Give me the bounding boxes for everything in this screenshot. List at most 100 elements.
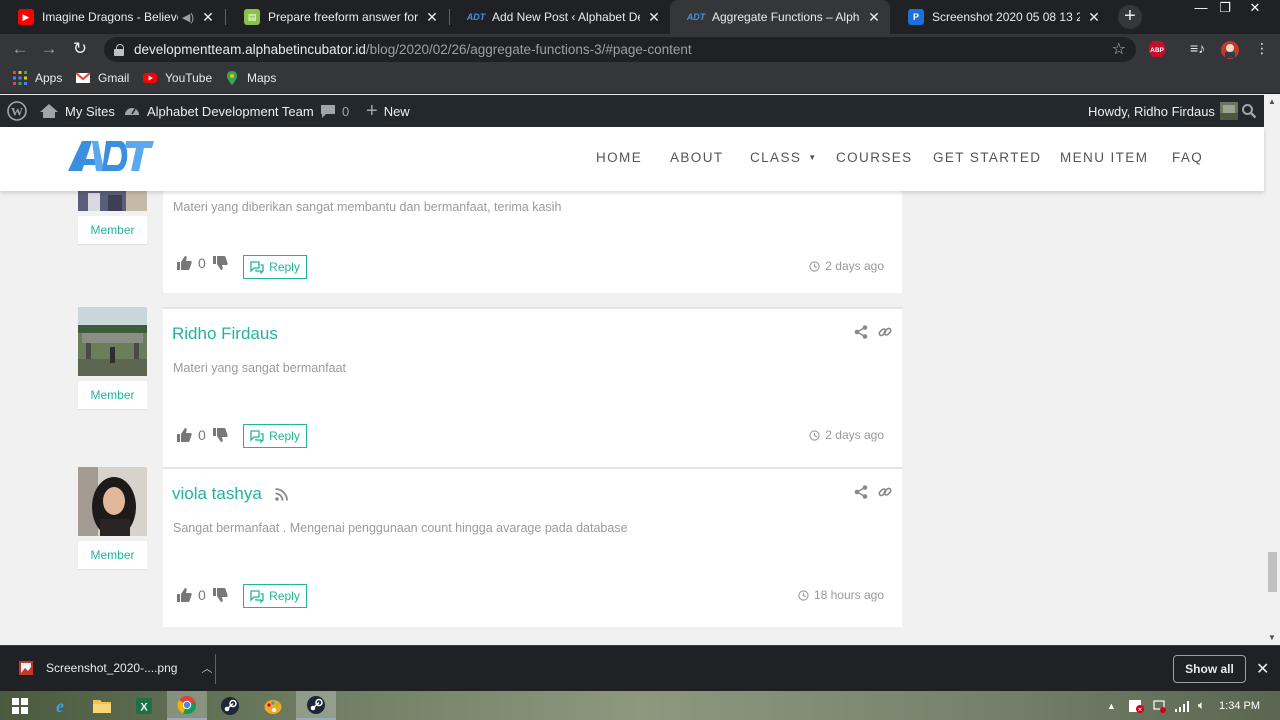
- download-item[interactable]: Screenshot_2020-....png ︿: [18, 660, 212, 676]
- link-icon[interactable]: [878, 485, 892, 499]
- close-icon[interactable]: ✕: [646, 9, 662, 26]
- tab-aggregate-functions[interactable]: ADT Aggregate Functions – Alphabet ✕: [670, 0, 890, 34]
- thumbs-down-icon[interactable]: [212, 255, 228, 271]
- youtube-icon: ▶: [18, 9, 34, 25]
- thumbs-up-icon[interactable]: [176, 427, 192, 443]
- house-icon: [40, 104, 58, 118]
- tab-add-new-post[interactable]: ADT Add New Post ‹ Alphabet Develo ✕: [450, 0, 670, 34]
- close-icon[interactable]: ✕: [866, 9, 882, 26]
- comment-author-column: Member: [78, 467, 147, 569]
- search-icon[interactable]: [1241, 95, 1257, 127]
- wordpress-logo-icon[interactable]: W: [7, 95, 27, 127]
- reply-button[interactable]: Reply: [243, 255, 307, 279]
- menu-courses[interactable]: COURSES: [836, 150, 913, 165]
- reply-button[interactable]: Reply: [243, 424, 307, 448]
- menu-get-started[interactable]: GET STARTED: [933, 150, 1041, 165]
- adt-logo-icon: ADT: [686, 12, 706, 22]
- show-all-button[interactable]: Show all: [1173, 655, 1246, 683]
- comment-author[interactable]: Ridho Firdaus: [172, 324, 278, 344]
- thumbs-up-icon[interactable]: [176, 587, 192, 603]
- thumbs-down-icon[interactable]: [212, 587, 228, 603]
- address-bar[interactable]: developmentteam.alphabetincubator.id/blo…: [104, 37, 1136, 62]
- svg-text:e: e: [56, 696, 64, 716]
- share-icon[interactable]: [854, 325, 868, 339]
- link-icon[interactable]: [878, 325, 892, 339]
- tab-prepare-answer[interactable]: ▤ Prepare freeform answer for Ass ✕: [226, 0, 448, 34]
- scroll-thumb[interactable]: [1268, 552, 1277, 592]
- apps-grid-icon: [13, 71, 27, 85]
- clock-text[interactable]: 1:34 PM: [1219, 700, 1260, 712]
- download-filename: Screenshot_2020-....png: [46, 661, 178, 675]
- avatar[interactable]: [78, 467, 147, 536]
- member-badge: Member: [78, 541, 147, 569]
- reply-label: Reply: [269, 429, 300, 443]
- excel-icon[interactable]: X: [124, 691, 164, 720]
- menu-class[interactable]: CLASS ▼: [750, 150, 818, 165]
- media-control-icon[interactable]: ≡♪: [1190, 40, 1210, 58]
- close-icon[interactable]: ✕: [1086, 9, 1102, 26]
- window-close-icon[interactable]: ✕: [1240, 0, 1270, 18]
- url-path: /blog/2020/02/26/aggregate-functions-3/#…: [365, 42, 692, 57]
- site-name-menu[interactable]: Alphabet Development Team: [123, 95, 314, 127]
- page-scrollbar[interactable]: ▲ ▼: [1264, 95, 1280, 645]
- thumbs-down-icon[interactable]: [212, 427, 228, 443]
- reply-button[interactable]: Reply: [243, 584, 307, 608]
- file-explorer-icon[interactable]: [82, 691, 122, 720]
- chrome-menu-icon[interactable]: ⋮: [1252, 40, 1272, 58]
- steam-icon[interactable]: [210, 691, 250, 720]
- scroll-down-icon[interactable]: ▼: [1264, 631, 1280, 645]
- wifi-signal-icon[interactable]: [1174, 700, 1190, 712]
- comment-text: Sangat bermanfaat . Mengenai penggunaan …: [173, 521, 628, 535]
- new-tab-button[interactable]: +: [1118, 5, 1142, 29]
- internet-explorer-icon[interactable]: e: [40, 691, 80, 720]
- close-icon[interactable]: ✕: [1256, 659, 1269, 679]
- steam-taskbar-icon[interactable]: [296, 691, 336, 720]
- download-shelf: Screenshot_2020-....png ︿ Show all ✕: [0, 645, 1280, 691]
- bookmark-star-icon[interactable]: ☆: [1112, 39, 1126, 59]
- browser-toolbar: ← → ↻ developmentteam.alphabetincubator.…: [0, 34, 1280, 64]
- close-icon[interactable]: ✕: [424, 9, 440, 26]
- image-file-icon: [19, 661, 33, 675]
- site-header: HOME ABOUT CLASS ▼ COURSES GET STARTED ME…: [0, 127, 1264, 191]
- close-icon[interactable]: ✕: [200, 9, 216, 26]
- volume-icon[interactable]: 🔈︎: [1198, 698, 1205, 713]
- tray-expand-icon[interactable]: ▲: [1107, 701, 1116, 711]
- paint-icon[interactable]: [253, 691, 293, 720]
- share-icon[interactable]: [854, 485, 868, 499]
- menu-about[interactable]: ABOUT: [670, 150, 724, 165]
- menu-home[interactable]: HOME: [596, 150, 642, 165]
- adblock-plus-icon[interactable]: ABP: [1148, 40, 1168, 58]
- menu-menu-item[interactable]: MENU ITEM: [1060, 150, 1148, 165]
- action-center-warning-icon[interactable]: ✕: [1128, 699, 1144, 713]
- adt-logo[interactable]: [68, 135, 154, 175]
- reload-icon[interactable]: ↻: [69, 38, 91, 60]
- restore-icon[interactable]: ❐: [1210, 0, 1240, 18]
- comment-author[interactable]: viola tashya: [172, 484, 288, 504]
- chrome-taskbar-icon[interactable]: [167, 691, 207, 720]
- avatar[interactable]: [78, 307, 147, 376]
- tab-title: Add New Post ‹ Alphabet Develo: [492, 10, 640, 24]
- new-content-menu[interactable]: + New: [366, 95, 410, 127]
- adt-logo-icon: ADT: [466, 12, 486, 22]
- caret-down-icon: ▼: [808, 153, 818, 162]
- bookmark-gmail[interactable]: Gmail: [76, 71, 129, 85]
- my-sites-menu[interactable]: My Sites: [39, 95, 115, 127]
- comments-menu[interactable]: 0: [320, 95, 349, 127]
- tab-screenshot[interactable]: P Screenshot 2020 05 08 13 29 41 ✕: [890, 0, 1110, 34]
- chevron-up-icon[interactable]: ︿: [201, 660, 212, 676]
- bookmark-apps[interactable]: Apps: [13, 71, 62, 85]
- rss-feed-icon[interactable]: [274, 488, 288, 501]
- thumbs-up-icon[interactable]: [176, 255, 192, 271]
- windows-start-icon[interactable]: [0, 691, 40, 720]
- scroll-up-icon[interactable]: ▲: [1264, 95, 1280, 109]
- network-icon[interactable]: [1152, 699, 1166, 713]
- account-menu[interactable]: Howdy, Ridho Firdaus: [1088, 95, 1238, 127]
- bookmark-youtube[interactable]: YouTube: [143, 71, 212, 85]
- speaker-icon[interactable]: ◀): [182, 11, 194, 24]
- profile-avatar[interactable]: [1220, 40, 1240, 59]
- menu-faq[interactable]: FAQ: [1172, 150, 1203, 165]
- back-icon[interactable]: ←: [9, 38, 31, 60]
- tab-youtube[interactable]: ▶ Imagine Dragons - Believer ◀) ✕: [0, 0, 224, 34]
- forward-icon[interactable]: →: [38, 38, 60, 60]
- bookmark-maps[interactable]: Maps: [225, 71, 276, 85]
